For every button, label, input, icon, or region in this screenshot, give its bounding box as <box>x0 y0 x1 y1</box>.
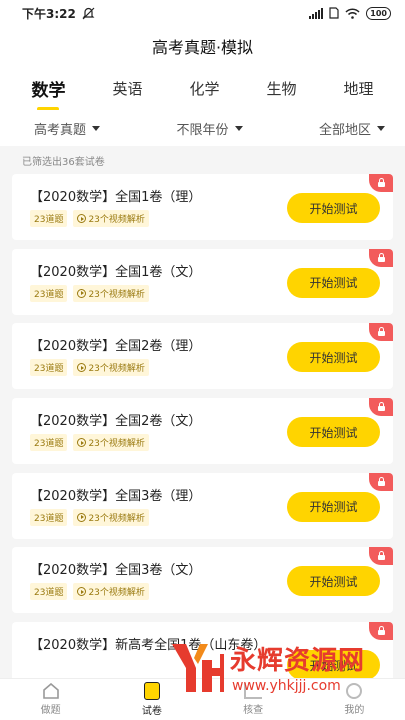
tab-english[interactable]: 英语 <box>102 72 152 105</box>
lock-icon <box>369 547 393 566</box>
question-count-tag: 23道题 <box>30 210 68 227</box>
watermark-logo-icon <box>172 644 224 692</box>
start-test-button[interactable]: 开始测试 <box>287 417 380 448</box>
subject-tabs: 数学 英语 化学 生物 地理 <box>0 66 405 110</box>
paper-list: 【2020数学】全国1卷（理） 23道题 23个视频解析 开始测试 【2020数… <box>12 174 393 711</box>
caret-down-icon <box>234 125 243 131</box>
nav-home-label: 做题 <box>40 705 61 716</box>
filter-region-dropdown[interactable]: 全部地区 <box>319 119 385 138</box>
home-icon <box>42 683 59 699</box>
watermark-url: www.yhkjjj.com <box>232 678 341 694</box>
play-icon <box>77 512 87 522</box>
paper-card[interactable]: 【2020数学】全国1卷（文） 23道题 23个视频解析 开始测试 <box>12 248 393 315</box>
start-test-button[interactable]: 开始测试 <box>287 342 380 373</box>
lock-icon <box>369 248 393 267</box>
lock-icon <box>369 323 393 342</box>
start-test-button[interactable]: 开始测试 <box>287 491 380 522</box>
result-count: 已筛选出36套试卷 <box>22 157 105 168</box>
nav-papers-label: 试卷 <box>141 706 162 717</box>
play-icon <box>77 438 87 448</box>
paper-title: 【2020数学】全国1卷（文） <box>30 264 202 280</box>
battery-icon: 100 <box>366 6 391 20</box>
play-icon <box>77 288 87 298</box>
filter-year-label: 不限年份 <box>176 122 229 138</box>
status-bar: 下午3:22 100 <box>0 0 405 26</box>
filter-year-dropdown[interactable]: 不限年份 <box>176 119 243 138</box>
question-count-tag: 23道题 <box>30 583 68 601</box>
video-count-tag: 23个视频解析 <box>73 359 149 377</box>
filter-region-label: 全部地区 <box>318 122 371 138</box>
tab-biology[interactable]: 生物 <box>256 72 306 105</box>
sim-icon <box>329 7 339 19</box>
paper-title: 【2020数学】全国2卷（理） <box>30 339 202 355</box>
start-test-button[interactable]: 开始测试 <box>287 566 380 597</box>
paper-card[interactable]: 【2020数学】全国3卷（文） 23道题 23个视频解析 开始测试 <box>12 547 393 614</box>
mute-icon <box>82 7 95 19</box>
page-header: 高考真题·模拟 <box>0 26 405 66</box>
wifi-icon <box>345 7 360 19</box>
paper-title: 【2020数学】全国2卷（文） <box>30 414 202 430</box>
question-count-tag: 23道题 <box>30 434 68 452</box>
caret-down-icon <box>376 125 385 131</box>
tab-geography[interactable]: 地理 <box>333 72 383 105</box>
paper-title: 【2020数学】全国3卷（理） <box>30 488 202 504</box>
lock-icon <box>369 398 393 417</box>
question-count-tag: 23道题 <box>30 508 68 526</box>
page-title: 高考真题·模拟 <box>151 38 254 57</box>
start-test-button[interactable]: 开始测试 <box>287 267 380 298</box>
question-count-tag: 23道题 <box>30 359 68 377</box>
filter-bar: 高考真题 不限年份 全部地区 <box>0 110 405 146</box>
nav-home[interactable]: 做题 <box>21 683 81 716</box>
filter-type-label: 高考真题 <box>34 122 87 138</box>
filter-type-dropdown[interactable]: 高考真题 <box>34 119 101 138</box>
question-count-tag: 23道题 <box>30 284 68 302</box>
video-count-tag: 23个视频解析 <box>73 434 149 452</box>
tab-math[interactable]: 数学 <box>21 70 75 107</box>
paper-title: 【2020数学】全国3卷（文） <box>30 563 202 579</box>
play-icon <box>77 214 87 223</box>
paper-card[interactable]: 【2020数学】全国2卷（文） 23道题 23个视频解析 开始测试 <box>12 398 393 465</box>
watermark-name: 永辉资源网 <box>230 646 366 676</box>
video-count-tag: 23个视频解析 <box>73 508 149 526</box>
lock-icon <box>369 174 393 192</box>
caret-down-icon <box>92 125 101 131</box>
play-icon <box>77 587 87 597</box>
paper-icon <box>143 682 160 700</box>
play-icon <box>77 363 87 373</box>
status-time: 下午3:22 <box>22 6 76 21</box>
start-test-button[interactable]: 开始测试 <box>287 193 380 223</box>
video-count-tag: 23个视频解析 <box>73 284 149 302</box>
paper-title: 【2020数学】全国1卷（理） <box>30 190 202 205</box>
video-count-tag: 23个视频解析 <box>73 583 149 601</box>
paper-card[interactable]: 【2020数学】全国2卷（理） 23道题 23个视频解析 开始测试 <box>12 323 393 390</box>
video-count-tag: 23个视频解析 <box>73 210 149 227</box>
paper-card[interactable]: 【2020数学】全国3卷（理） 23道题 23个视频解析 开始测试 <box>12 472 393 539</box>
watermark: 永辉资源网 www.yhkjjj.com <box>166 634 402 718</box>
lock-icon <box>369 472 393 491</box>
paper-card[interactable]: 【2020数学】全国1卷（理） 23道题 23个视频解析 开始测试 <box>12 174 393 240</box>
signal-icon <box>309 7 324 19</box>
tab-chemistry[interactable]: 化学 <box>179 72 229 105</box>
